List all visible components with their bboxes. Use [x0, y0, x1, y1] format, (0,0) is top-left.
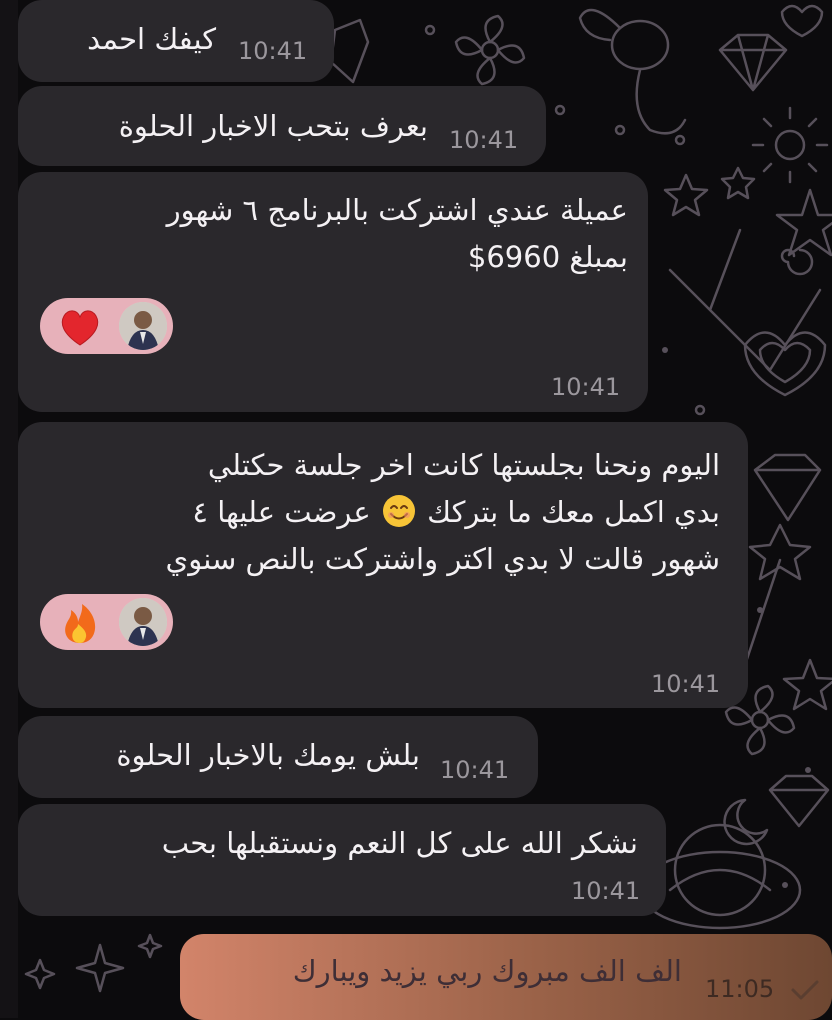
message-text: اليوم ونحنا بجلستها كانت اخر جلسة حكتلي [207, 448, 720, 482]
message-time: 10:41 [571, 877, 641, 905]
message-text: بعرف بتحب الاخبار الحلوة [118, 109, 428, 143]
message-time: 10:41 [651, 670, 721, 698]
message-bubble[interactable]: عميلة عندي اشتركت بالبرنامج ٦ شهور بمبلغ… [18, 172, 648, 412]
message-time: 10:41 [449, 126, 519, 154]
message-text: بلش يومك بالاخبار الحلوة [116, 738, 420, 772]
message-text: نشكر الله على كل النعم ونستقبلها بحب [161, 826, 638, 860]
heart-icon [61, 310, 99, 346]
message-text: كيفك احمد [87, 22, 216, 56]
message-text: بمبلغ 6960$ [467, 240, 628, 274]
fire-icon [65, 604, 96, 643]
message-text: عميلة عندي اشتركت بالبرنامج ٦ شهور [166, 193, 628, 227]
message-text: شهور قالت لا بدي اكتر واشتركت بالنص سنوي [165, 542, 720, 576]
outgoing-message-text: الف الف مبروك ربي يزيد ويبارك [292, 954, 682, 988]
message-text-part: عرضت عليها ٤ [192, 495, 371, 529]
message-bubble[interactable]: اليوم ونحنا بجلستها كانت اخر جلسة حكتلي … [18, 422, 748, 708]
avatar [119, 598, 167, 646]
message-time: 10:41 [440, 756, 510, 784]
left-edge-strip [0, 0, 18, 1018]
message-bubble[interactable]: بعرف بتحب الاخبار الحلوة 10:41 [18, 86, 546, 166]
avatar [119, 302, 167, 350]
message-bubble[interactable]: كيفك احمد 10:41 [18, 0, 334, 82]
message-bubble[interactable]: نشكر الله على كل النعم ونستقبلها بحب 10:… [18, 804, 666, 916]
outgoing-message-bubble[interactable]: الف الف مبروك ربي يزيد ويبارك 11:05 [180, 934, 832, 1020]
message-text: بدي اكمل معك ما بتركك عرضت عليها ٤ [192, 491, 720, 533]
message-time: 10:41 [238, 37, 308, 65]
message-text-part: بدي اكمل معك ما بتركك [427, 495, 720, 529]
reaction-pill[interactable] [40, 298, 173, 354]
check-icon [791, 980, 819, 1000]
message-bubble[interactable]: بلش يومك بالاخبار الحلوة 10:41 [18, 716, 538, 798]
outgoing-message-time: 11:05 [705, 975, 775, 1003]
reaction-pill[interactable] [40, 594, 173, 650]
smiling-face-icon [382, 495, 415, 527]
message-time: 10:41 [551, 373, 621, 401]
